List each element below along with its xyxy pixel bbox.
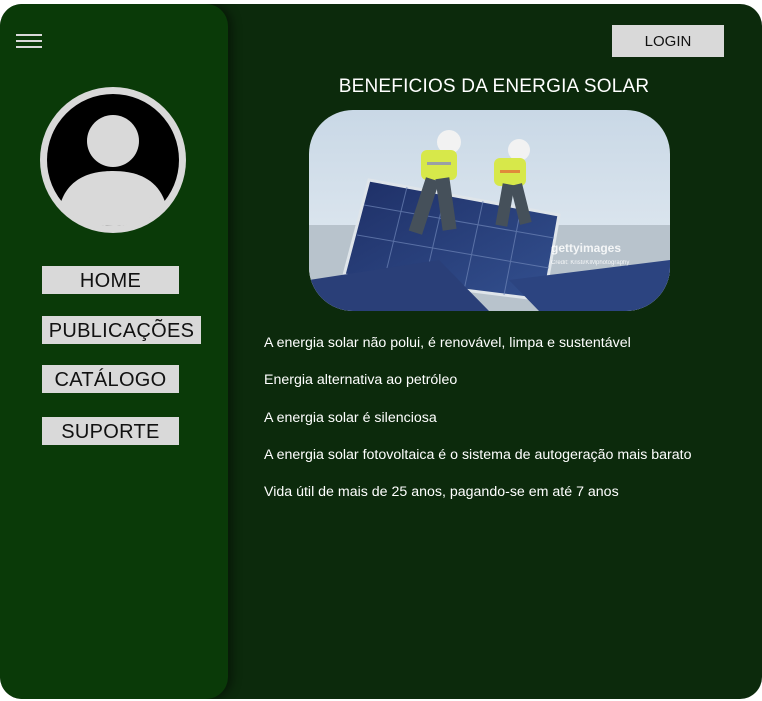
sidebar-item-label: SUPORTE <box>61 421 160 443</box>
user-avatar-icon[interactable] <box>40 87 186 233</box>
solar-panel-illustration: gettyimages Credit: Kristi/KIMphotograph… <box>309 110 670 311</box>
page-title: BENEFICIOS DA ENERGIA SOLAR <box>338 76 650 97</box>
login-button[interactable]: LOGIN <box>612 25 724 57</box>
avatar-silhouette <box>47 94 179 226</box>
sidebar-item-label: HOME <box>79 270 142 292</box>
app-frame: HOME PUBLICAÇÕES CATÁLOGO SUPORTE LOGIN … <box>0 4 762 699</box>
sidebar-item-catalogo[interactable]: CATÁLOGO <box>42 365 179 393</box>
image-credit: Credit: Kristi/KIMphotography <box>551 260 629 266</box>
benefit-item: A energia solar fotovoltaica é o sistema… <box>264 446 692 463</box>
benefit-item: A energia solar não polui, é renovável, … <box>264 335 631 351</box>
sidebar-item-suporte[interactable]: SUPORTE <box>42 417 179 445</box>
sidebar-item-home[interactable]: HOME <box>42 266 179 294</box>
solar-panel-photo: gettyimages Credit: Kristi/KIMphotograph… <box>309 110 670 311</box>
benefit-item: Vida útil de mais de 25 anos, pagando-se… <box>264 484 619 501</box>
benefits-list: A energia solar não polui, é renovável, … <box>264 334 756 520</box>
sidebar-item-label: CATÁLOGO <box>54 369 167 391</box>
image-watermark: gettyimages <box>551 241 621 255</box>
login-button-label: LOGIN <box>644 32 692 50</box>
sidebar-item-label: PUBLICAÇÕES <box>48 320 195 342</box>
sidebar: HOME PUBLICAÇÕES CATÁLOGO SUPORTE <box>0 4 228 699</box>
sidebar-item-publicacoes[interactable]: PUBLICAÇÕES <box>42 316 201 344</box>
benefit-item: A energia solar é silenciosa <box>264 409 437 426</box>
hamburger-menu-icon[interactable] <box>16 34 42 48</box>
benefit-item: Energia alternativa ao petróleo <box>264 372 458 389</box>
